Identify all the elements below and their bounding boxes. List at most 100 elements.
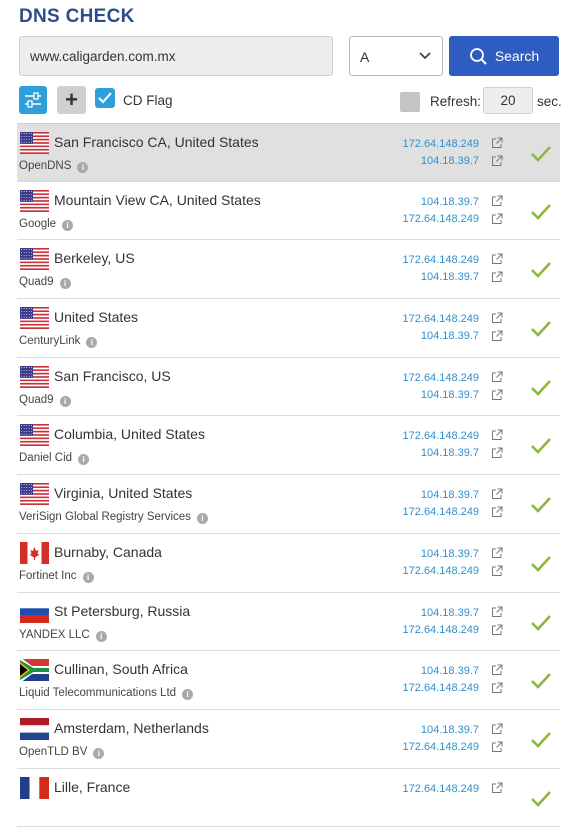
ip-address-link[interactable]: 104.18.39.7 <box>421 489 479 501</box>
domain-input[interactable] <box>19 36 333 76</box>
provider-name: Fortinet Inc <box>19 569 77 582</box>
info-icon[interactable]: i <box>77 162 89 173</box>
ip-address-link[interactable]: 172.64.148.249 <box>403 213 479 225</box>
record-type-select[interactable]: A <box>349 36 443 76</box>
result-row: Burnaby, Canada Fortinet Inc i 104.18.39.7 1… <box>17 534 560 593</box>
ip-address-link[interactable]: 104.18.39.7 <box>421 389 479 401</box>
ip-address-link[interactable]: 172.64.148.249 <box>403 430 479 442</box>
external-link-icon[interactable] <box>491 388 503 400</box>
refresh-label: Refresh: <box>430 94 482 109</box>
result-row: St Petersburg, Russia YANDEX LLC i 104.18.3… <box>17 593 560 652</box>
result-row: Cullinan, South Africa Liquid Telecommuni… <box>17 651 560 710</box>
external-link-icon[interactable] <box>491 487 503 500</box>
external-link-icon[interactable] <box>491 154 503 166</box>
chevron-down-icon <box>419 52 431 60</box>
flag-fr-icon <box>20 776 49 799</box>
info-icon[interactable]: i <box>62 219 74 231</box>
add-button[interactable]: + <box>57 86 86 114</box>
search-button-label: Search <box>494 48 540 64</box>
ip-address-link[interactable]: 104.18.39.7 <box>421 548 479 560</box>
external-link-icon[interactable] <box>491 546 503 558</box>
server-location: United States <box>54 309 139 326</box>
info-icon[interactable]: i <box>59 278 71 290</box>
ip-address-link[interactable]: 104.18.39.7 <box>421 607 479 619</box>
external-link-icon[interactable] <box>491 270 503 283</box>
info-icon[interactable]: i <box>182 689 194 701</box>
search-icon <box>469 48 487 65</box>
cd-flag-label: CD Flag <box>123 93 173 108</box>
info-icon[interactable]: i <box>86 337 98 349</box>
provider-name: YANDEX LLC <box>19 628 90 641</box>
success-check-icon <box>530 790 552 813</box>
external-link-icon[interactable] <box>491 740 503 752</box>
success-check-icon <box>530 555 552 578</box>
external-link-icon[interactable] <box>491 722 503 734</box>
server-provider: VeriSign Global Registry Services i <box>19 511 208 525</box>
external-link-icon[interactable] <box>491 194 503 206</box>
search-button[interactable]: Search <box>449 36 559 76</box>
server-location: San Francisco CA, United States <box>54 134 259 150</box>
external-link-icon[interactable] <box>491 663 503 676</box>
flag-ca-icon <box>20 541 49 564</box>
info-icon[interactable]: i <box>95 630 107 642</box>
external-link-icon[interactable] <box>491 681 503 694</box>
external-link-icon[interactable] <box>491 252 503 265</box>
ip-address-link[interactable]: 172.64.148.249 <box>403 565 479 577</box>
ip-address-link[interactable]: 104.18.39.7 <box>421 155 479 167</box>
server-location: Lille, France <box>54 778 131 795</box>
external-link-icon[interactable] <box>491 136 503 148</box>
external-link-icon[interactable] <box>491 212 503 224</box>
result-row: United States CenturyLink i 172.64.148.249 1… <box>17 299 560 358</box>
ip-address-link[interactable]: 104.18.39.7 <box>421 724 479 736</box>
ip-address-link[interactable]: 172.64.148.249 <box>403 624 479 636</box>
ip-address-link[interactable]: 104.18.39.7 <box>421 330 479 342</box>
cd-flag-checkbox[interactable] <box>95 88 115 108</box>
provider-name: VeriSign Global Registry Services <box>19 511 191 524</box>
server-provider: YANDEX LLC i <box>19 629 107 642</box>
refresh-interval-input[interactable] <box>483 87 533 114</box>
server-location: Berkeley, US <box>54 250 135 267</box>
server-provider: Daniel Cid i <box>19 452 90 466</box>
ip-address-link[interactable]: 104.18.39.7 <box>421 271 479 283</box>
flag-za-icon <box>20 657 49 684</box>
external-link-icon[interactable] <box>491 311 503 324</box>
ip-address-link[interactable]: 172.64.148.249 <box>403 254 479 266</box>
info-icon[interactable]: i <box>59 395 71 407</box>
filter-settings-button[interactable] <box>19 86 47 114</box>
ip-address-link[interactable]: 172.64.148.249 <box>403 372 479 384</box>
ip-address-link[interactable]: 104.18.39.7 <box>421 447 479 459</box>
external-link-icon[interactable] <box>491 605 503 617</box>
plus-icon: + <box>65 87 78 112</box>
external-link-icon[interactable] <box>491 329 503 342</box>
external-link-icon[interactable] <box>491 370 503 382</box>
ip-address-link[interactable]: 172.64.148.249 <box>403 783 479 795</box>
result-row: Virginia, United States VeriSign Global R… <box>17 475 560 534</box>
server-provider: Quad9 i <box>19 394 71 407</box>
info-icon[interactable]: i <box>82 571 94 583</box>
info-icon[interactable]: i <box>93 747 105 759</box>
external-link-icon[interactable] <box>491 446 503 459</box>
server-provider: Liquid Telecommunications Ltd i <box>19 687 194 701</box>
provider-name: CenturyLink <box>19 335 81 348</box>
external-link-icon[interactable] <box>491 505 503 518</box>
ip-address-link[interactable]: 172.64.148.249 <box>403 313 479 325</box>
ip-address-link[interactable]: 172.64.148.249 <box>403 138 479 150</box>
ip-address-link[interactable]: 172.64.148.249 <box>403 506 479 518</box>
server-provider: Fortinet Inc i <box>19 570 94 583</box>
flag-us-icon <box>20 365 49 388</box>
ip-address-link[interactable]: 172.64.148.249 <box>403 741 479 753</box>
flag-us-icon <box>20 307 49 330</box>
ip-address-link[interactable]: 172.64.148.249 <box>403 682 479 694</box>
external-link-icon[interactable] <box>491 623 503 635</box>
info-icon[interactable]: i <box>196 513 208 525</box>
results-list: San Francisco CA, United States OpenDNS i 1… <box>17 123 560 827</box>
external-link-icon[interactable] <box>491 781 503 793</box>
ip-address-link[interactable]: 104.18.39.7 <box>421 665 479 677</box>
server-location: St Petersburg, Russia <box>54 602 191 619</box>
sliders-icon <box>25 92 41 108</box>
external-link-icon[interactable] <box>491 564 503 576</box>
ip-address-link[interactable]: 104.18.39.7 <box>421 196 479 208</box>
info-icon[interactable]: i <box>78 454 90 466</box>
external-link-icon[interactable] <box>491 428 503 441</box>
refresh-checkbox[interactable] <box>400 92 420 112</box>
